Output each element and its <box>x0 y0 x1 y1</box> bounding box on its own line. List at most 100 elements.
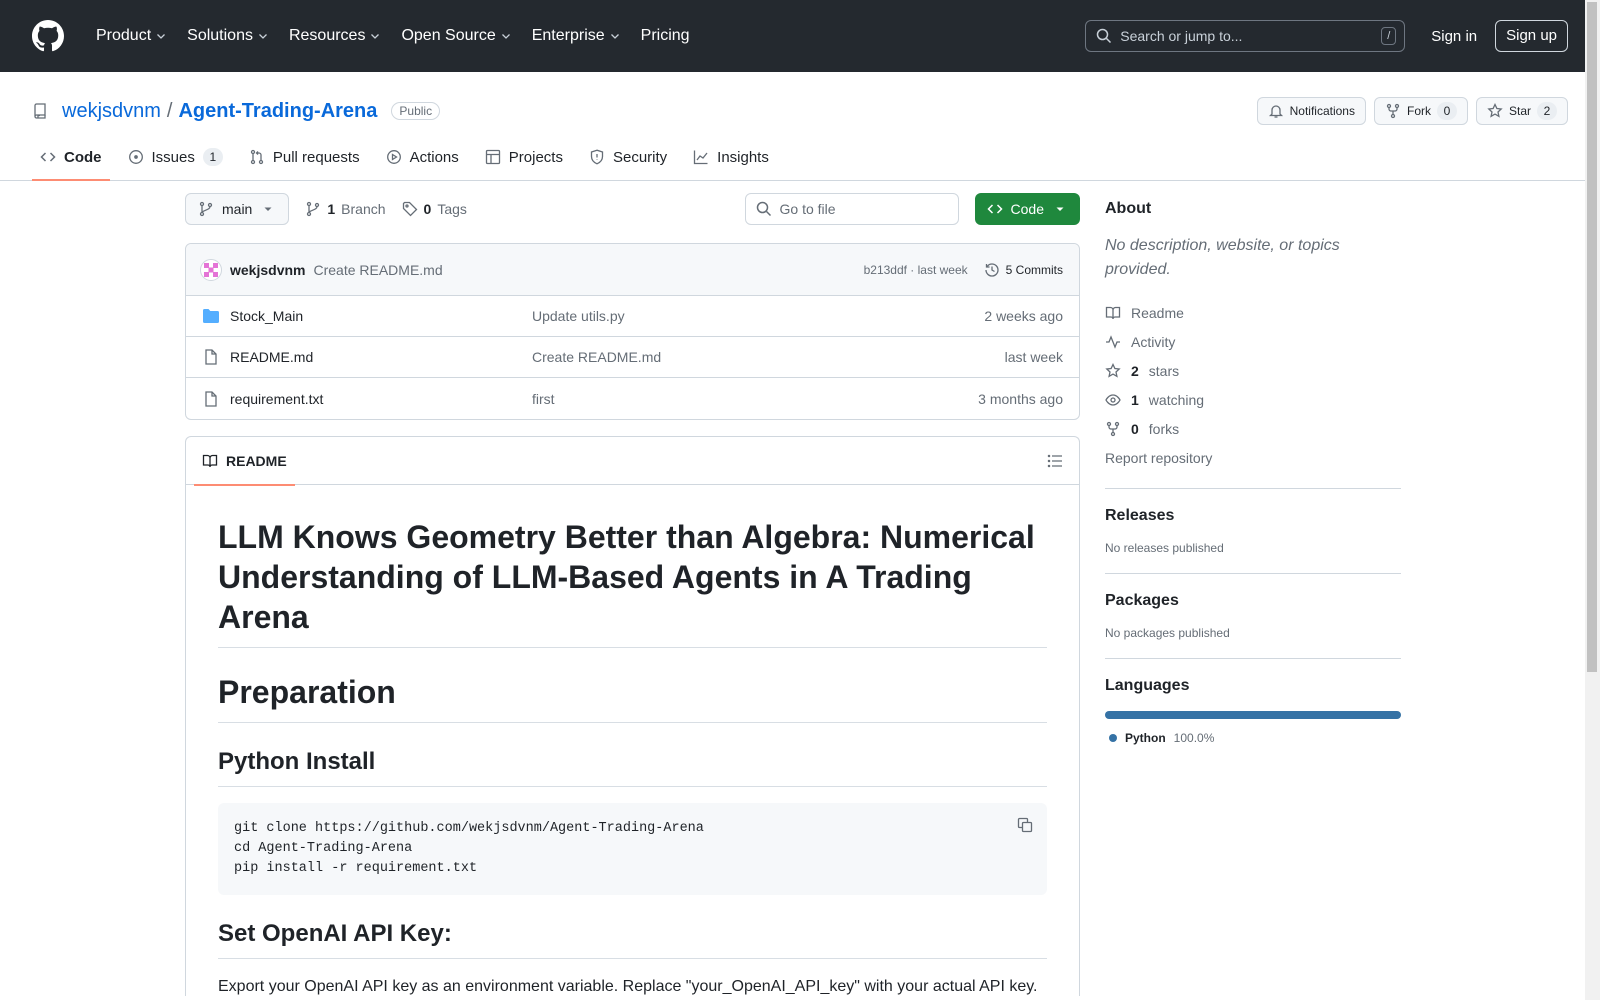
repo-actions: Notifications Fork 0 Star 2 <box>1256 97 1568 125</box>
packages-title[interactable]: Packages <box>1105 592 1401 610</box>
latest-commit-row: wekjsdvnm Create README.md b213ddf · las… <box>186 244 1079 296</box>
tab-projects[interactable]: Projects <box>477 134 571 180</box>
tab-issues[interactable]: Issues 1 <box>120 134 231 180</box>
sidebar-stars-link[interactable]: 2 stars <box>1105 356 1401 385</box>
about-description: No description, website, or topics provi… <box>1105 237 1340 278</box>
shield-icon <box>590 149 604 165</box>
graph-icon <box>694 150 708 165</box>
eye-icon <box>1105 393 1121 406</box>
sidebar-forks-link[interactable]: 0 forks <box>1105 414 1401 443</box>
fork-button[interactable]: Fork 0 <box>1373 97 1468 125</box>
language-item[interactable]: Python 100.0% <box>1105 731 1401 745</box>
nav-open-source[interactable]: Open Source <box>393 21 519 51</box>
tag-icon <box>402 201 417 217</box>
issues-count: 1 <box>202 148 223 166</box>
search-icon <box>1097 28 1112 44</box>
chevron-down-icon <box>501 34 510 39</box>
star-button[interactable]: Star 2 <box>1475 97 1568 125</box>
github-logo-icon[interactable] <box>32 20 64 52</box>
repo-icon <box>34 103 46 119</box>
sign-in-link[interactable]: Sign in <box>1421 22 1487 51</box>
main-content: main 1 Branch 0 Tags Go to file Code wekjs… <box>185 179 1080 996</box>
table-row[interactable]: README.md Create README.md last week <box>186 337 1079 378</box>
star-icon <box>1105 362 1121 378</box>
file-commit-link[interactable]: Update utils.py <box>532 308 984 324</box>
nav-enterprise[interactable]: Enterprise <box>524 21 629 51</box>
commit-author-link[interactable]: wekjsdvnm <box>230 262 305 278</box>
page-scrollbar[interactable] <box>1585 0 1600 1000</box>
chevron-down-icon <box>610 34 619 39</box>
commit-hash-link[interactable]: b213ddf · last week <box>864 263 968 277</box>
tab-security[interactable]: Security <box>581 134 675 180</box>
file-link[interactable]: requirement.txt <box>230 391 323 407</box>
readme-panel: README LLM Knows Geometry Better than Al… <box>185 436 1080 996</box>
report-repository-link[interactable]: Report repository <box>1105 443 1401 472</box>
readme-body: LLM Knows Geometry Better than Algebra: … <box>186 485 1079 996</box>
copy-icon[interactable] <box>1017 817 1033 833</box>
tab-insights[interactable]: Insights <box>685 134 777 180</box>
readme-title: LLM Knows Geometry Better than Algebra: … <box>218 517 1047 648</box>
go-to-file-input[interactable]: Go to file <box>744 193 959 225</box>
pull-request-icon <box>250 149 264 165</box>
repo-owner-link[interactable]: wekjsdvnm <box>62 100 161 123</box>
file-link[interactable]: Stock_Main <box>230 308 303 324</box>
branch-selector[interactable]: main <box>185 193 290 225</box>
file-toolbar: main 1 Branch 0 Tags Go to file Code <box>185 179 1080 231</box>
star-icon <box>1487 103 1503 118</box>
file-listing: wekjsdvnm Create README.md b213ddf · las… <box>185 243 1080 420</box>
nav-pricing[interactable]: Pricing <box>633 21 698 51</box>
nav-solutions[interactable]: Solutions <box>179 21 277 51</box>
file-time: 2 weeks ago <box>984 308 1063 324</box>
avatar[interactable] <box>200 258 222 281</box>
nav-resources[interactable]: Resources <box>281 21 389 51</box>
file-commit-link[interactable]: first <box>532 391 978 407</box>
code-icon <box>40 152 56 162</box>
book-icon <box>202 454 218 467</box>
caret-down-icon <box>264 207 272 211</box>
language-percent: 100.0% <box>1173 731 1215 745</box>
file-commit-link[interactable]: Create README.md <box>532 349 1005 365</box>
fork-count: 0 <box>1436 102 1457 120</box>
commit-message-link[interactable]: Create README.md <box>313 262 442 278</box>
issue-icon <box>128 150 143 164</box>
fork-icon <box>1106 421 1120 436</box>
branches-link[interactable]: 1 Branch <box>305 201 386 217</box>
notifications-button[interactable]: Notifications <box>1256 97 1366 125</box>
visibility-badge: Public <box>391 102 441 120</box>
code-download-button[interactable]: Code <box>974 193 1080 225</box>
code-icon <box>986 204 1003 214</box>
sidebar-activity-link[interactable]: Activity <box>1105 327 1401 356</box>
sign-up-button[interactable]: Sign up <box>1495 20 1568 52</box>
chevron-down-icon <box>371 34 380 39</box>
tab-actions[interactable]: Actions <box>378 134 467 180</box>
folder-icon <box>203 309 219 323</box>
repo-name-link[interactable]: Agent-Trading-Arena <box>178 100 377 123</box>
sidebar-readme-link[interactable]: Readme <box>1105 298 1401 327</box>
table-icon <box>485 149 500 165</box>
nav-product[interactable]: Product <box>88 21 175 51</box>
file-link[interactable]: README.md <box>230 349 313 365</box>
readme-paragraph: Export your OpenAI API key as an environ… <box>218 978 1038 995</box>
heading-openai-key: Set OpenAI API Key: <box>218 919 1047 959</box>
readme-tab[interactable]: README <box>194 437 295 486</box>
table-row[interactable]: Stock_Main Update utils.py 2 weeks ago <box>186 296 1079 337</box>
repo-title: wekjsdvnm / Agent-Trading-Arena Public <box>32 100 441 123</box>
bell-icon <box>1268 105 1283 118</box>
file-name-cell: Stock_Main <box>202 308 532 324</box>
heading-python-install: Python Install <box>218 747 1047 787</box>
language-bar <box>1105 711 1401 719</box>
global-search-input[interactable]: Search or jump to... / <box>1085 20 1406 52</box>
commits-history-link[interactable]: 5 Commits <box>984 262 1063 278</box>
file-name-cell: README.md <box>202 349 532 365</box>
repo-tabs: Code Issues 1 Pull requests Actions Proj… <box>0 134 1600 181</box>
tab-pull-requests[interactable]: Pull requests <box>241 134 368 180</box>
releases-title[interactable]: Releases <box>1105 507 1401 525</box>
tab-code[interactable]: Code <box>32 134 110 181</box>
tags-link[interactable]: 0 Tags <box>402 201 467 217</box>
about-title: About <box>1105 200 1152 217</box>
table-row[interactable]: requirement.txt first 3 months ago <box>186 378 1079 419</box>
scrollbar-thumb[interactable] <box>1587 2 1597 672</box>
sidebar-watching-link[interactable]: 1 watching <box>1105 385 1401 414</box>
caret-down-icon <box>1056 207 1064 211</box>
list-outline-icon[interactable] <box>1047 453 1063 469</box>
